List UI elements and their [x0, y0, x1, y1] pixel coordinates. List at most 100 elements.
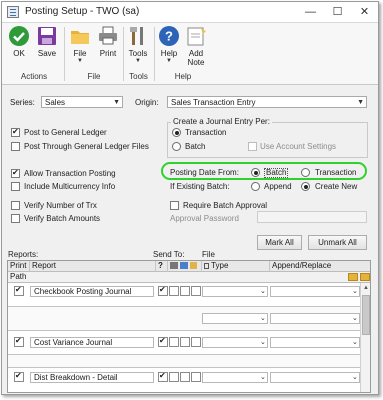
- scroll-thumb[interactable]: [362, 295, 370, 335]
- row-send-checkbox[interactable]: [191, 372, 201, 382]
- approval-password-input[interactable]: [257, 211, 367, 223]
- include-multicurrency-label: Include Multicurrency Info: [24, 182, 116, 191]
- file-label: File: [73, 49, 87, 58]
- folder-icon[interactable]: [348, 273, 358, 281]
- col-question: ?: [156, 261, 168, 272]
- je-batch-label: Batch: [185, 142, 206, 151]
- add-note-button[interactable]: Add Note: [183, 25, 209, 71]
- row-send-checkbox[interactable]: [169, 286, 179, 296]
- folder-icon: [69, 25, 91, 47]
- row-type-select[interactable]: [202, 372, 268, 383]
- send-to-label: Send To:: [153, 250, 185, 259]
- eb-create-new-label: Create New: [315, 182, 358, 191]
- chevron-down-icon: ⌄: [352, 374, 358, 381]
- row-append-select[interactable]: [270, 337, 360, 348]
- file-column-label: File: [202, 250, 215, 259]
- col-type: Type: [202, 261, 270, 272]
- eb-append-radio[interactable]: [251, 182, 260, 191]
- save-button[interactable]: Save: [34, 25, 60, 71]
- folder-icon[interactable]: [360, 273, 370, 281]
- chevron-down-icon: ⌄: [260, 374, 266, 381]
- svg-text:?: ?: [165, 29, 173, 44]
- pd-batch-radio[interactable]: [251, 168, 260, 177]
- screen-small-icon: [180, 262, 189, 269]
- table-row[interactable]: Dist Breakdown - Detail ⌄ ⌄: [8, 368, 362, 392]
- grid-scrollbar[interactable]: ▲: [360, 283, 370, 392]
- use-account-settings-label: Use Account Settings: [260, 142, 337, 151]
- verify-batch-amounts-label: Verify Batch Amounts: [24, 214, 101, 223]
- je-batch-radio[interactable]: [172, 142, 181, 151]
- origin-value: Sales Transaction Entry: [171, 98, 256, 107]
- help-menu-button[interactable]: ? Help ▼: [156, 25, 182, 71]
- row-append-select[interactable]: [270, 313, 360, 324]
- row-send-checkbox[interactable]: [158, 285, 168, 296]
- require-batch-approval-label: Require Batch Approval: [183, 201, 268, 210]
- approval-password-label: Approval Password: [170, 214, 239, 223]
- col-type-label: Type: [211, 261, 229, 270]
- row-send-checkbox[interactable]: [169, 372, 179, 382]
- row-print-checkbox[interactable]: [14, 285, 24, 296]
- allow-trx-posting-label: Allow Transaction Posting: [24, 169, 116, 178]
- row-append-select[interactable]: [270, 286, 360, 297]
- grid-header: Print Report ? Type Append/Replace: [8, 261, 370, 272]
- verify-num-trx-label: Verify Number of Trx: [24, 201, 97, 210]
- row-send-checkbox[interactable]: [169, 337, 179, 347]
- pd-transaction-label: Transaction: [315, 168, 357, 177]
- verify-num-trx-checkbox[interactable]: [11, 201, 20, 210]
- require-batch-approval-checkbox[interactable]: [170, 201, 179, 210]
- allow-trx-posting-checkbox[interactable]: [11, 168, 20, 178]
- tools-menu-button[interactable]: Tools ▼: [125, 25, 151, 71]
- group-file: File: [87, 72, 101, 81]
- series-select[interactable]: Sales ▼: [41, 96, 123, 108]
- post-gl-checkbox[interactable]: [11, 127, 20, 137]
- row-send-checkbox[interactable]: [158, 336, 168, 347]
- pd-transaction-radio[interactable]: [301, 168, 310, 177]
- table-row[interactable]: Cost Variance Journal ⌄ ⌄: [8, 331, 362, 355]
- use-account-settings-checkbox[interactable]: [248, 142, 257, 151]
- row-print-checkbox[interactable]: [14, 371, 24, 382]
- file-menu-button[interactable]: File ▼: [67, 25, 93, 71]
- row-type-select[interactable]: [202, 286, 268, 297]
- scroll-up-icon[interactable]: ▲: [362, 284, 370, 293]
- row-append-select[interactable]: [270, 372, 360, 383]
- path-label: Path: [10, 272, 27, 281]
- window-title: Posting Setup - TWO (sa): [25, 6, 140, 17]
- close-button[interactable]: ✕: [351, 2, 378, 22]
- table-row[interactable]: Checkbook Posting Journal ⌄ ⌄: [8, 283, 362, 307]
- chevron-down-icon: ⌄: [352, 288, 358, 295]
- verify-batch-amounts-checkbox[interactable]: [11, 214, 20, 223]
- chevron-down-icon: ⌄: [352, 315, 358, 322]
- post-through-gl-checkbox[interactable]: [11, 142, 20, 151]
- je-transaction-radio[interactable]: [172, 128, 181, 137]
- row-send-checkbox[interactable]: [180, 286, 190, 296]
- table-row: [8, 355, 362, 368]
- minimize-button[interactable]: —: [297, 2, 324, 22]
- row-send-checkbox[interactable]: [180, 372, 190, 382]
- origin-select[interactable]: Sales Transaction Entry ▼: [167, 96, 367, 108]
- ok-button[interactable]: OK: [6, 25, 32, 71]
- chevron-down-icon: ▼: [113, 99, 120, 106]
- maximize-button[interactable]: ☐: [324, 2, 351, 22]
- chevron-down-icon: ▼: [135, 58, 141, 64]
- row-type-select[interactable]: [202, 313, 268, 324]
- row-type-select[interactable]: [202, 337, 268, 348]
- row-report-name: Dist Breakdown - Detail: [30, 372, 154, 383]
- note-icon: [185, 25, 207, 47]
- eb-create-new-radio[interactable]: [301, 182, 310, 191]
- row-send-checkbox[interactable]: [180, 337, 190, 347]
- row-send-checkbox[interactable]: [191, 337, 201, 347]
- row-print-checkbox[interactable]: [14, 336, 24, 347]
- grid-path-row: Path: [8, 272, 370, 283]
- reports-grid: Print Report ? Type Append/Replace Path …: [7, 260, 371, 393]
- printer-small-icon: [170, 262, 178, 269]
- row-send-checkbox[interactable]: [191, 286, 201, 296]
- row-send-checkbox[interactable]: [158, 371, 168, 382]
- col-send-icons: [168, 261, 202, 272]
- unmark-all-button[interactable]: Unmark All: [308, 235, 367, 250]
- mark-all-button[interactable]: Mark All: [257, 235, 302, 250]
- print-button[interactable]: Print: [95, 25, 121, 71]
- chevron-down-icon: ▼: [166, 58, 172, 64]
- group-actions: Actions: [20, 72, 48, 81]
- include-multicurrency-checkbox[interactable]: [11, 182, 20, 191]
- post-through-gl-label: Post Through General Ledger Files: [24, 142, 149, 151]
